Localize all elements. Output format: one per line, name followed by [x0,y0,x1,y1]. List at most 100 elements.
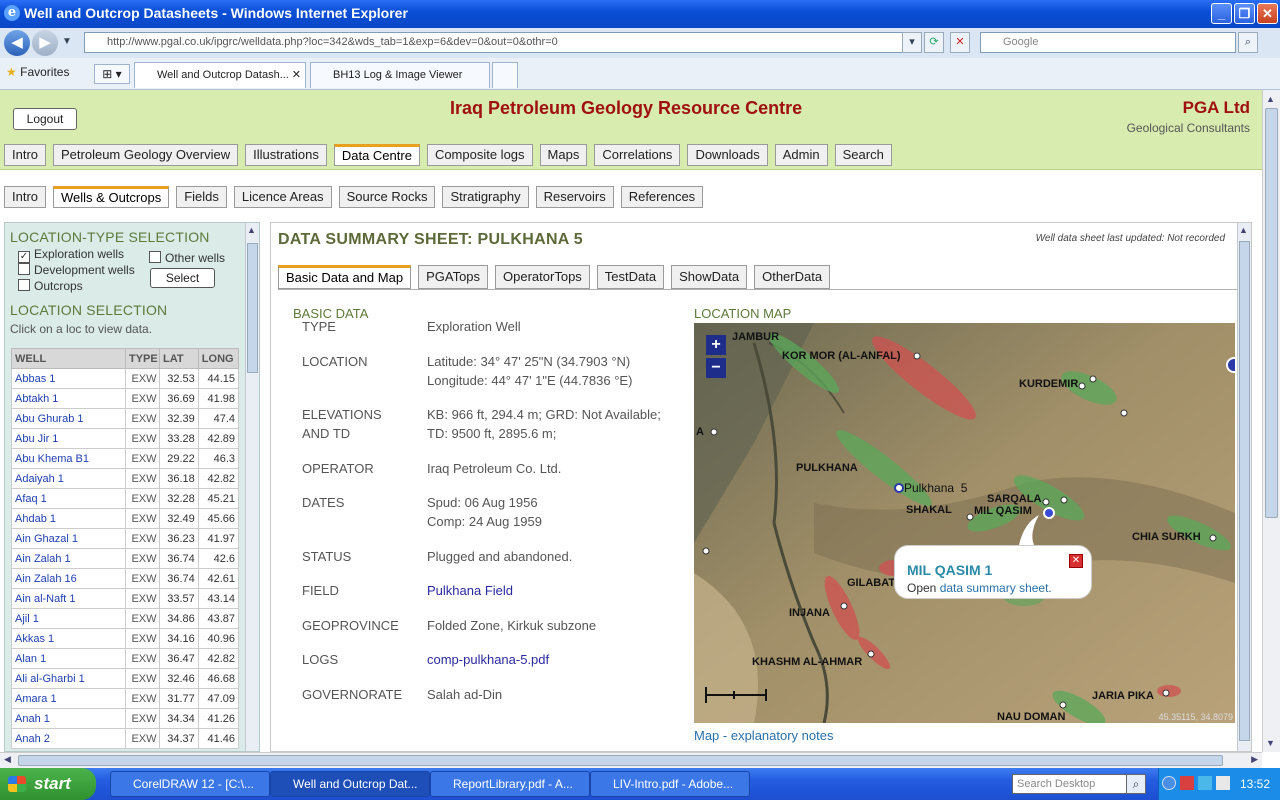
well-row[interactable]: Ali al-Gharbi 1 EXW 32.46 46.68 [11,668,240,689]
well-row[interactable]: Abtakh 1 EXW 36.69 41.98 [11,388,240,409]
other-wells-option[interactable]: Other wells [149,251,225,265]
tab-testdata[interactable]: TestData [596,265,665,289]
tab-well-datasheets[interactable]: Well and Outcrop Datash... ✕ [134,62,306,88]
tab-bh13-viewer[interactable]: BH13 Log & Image Viewer [310,62,490,88]
well-row[interactable]: Ain Ghazal 1 EXW 36.23 41.97 [11,528,240,549]
well-name-link[interactable]: Anah 2 [11,728,126,749]
scroll-thumb[interactable] [1265,108,1278,518]
well-row[interactable]: Ahdab 1 EXW 32.49 45.66 [11,508,240,529]
column-header-type[interactable]: TYPE [125,348,160,369]
well-name-link[interactable]: Abu Ghurab 1 [11,408,126,429]
well-name-link[interactable]: Abbas 1 [11,368,126,389]
well-row[interactable]: Ajil 1 EXW 34.86 43.87 [11,608,240,629]
well-name-link[interactable]: Abtakh 1 [11,388,126,409]
field-link[interactable]: Pulkhana Field [427,581,513,600]
left-panel-scrollbar[interactable]: ▲ [245,223,259,751]
submenu-references[interactable]: References [620,186,704,208]
well-row[interactable]: Akkas 1 EXW 34.16 40.96 [11,628,240,649]
column-header-well[interactable]: WELL [11,348,126,369]
well-row[interactable]: Ain Zalah 16 EXW 36.74 42.61 [11,568,240,589]
scroll-thumb[interactable] [18,755,1223,766]
new-tab-button[interactable] [492,62,518,88]
well-row[interactable]: Abu Khema B1 EXW 29.22 46.3 [11,448,240,469]
quick-tabs-icon[interactable]: ⊞ ▾ [94,64,130,84]
well-name-link[interactable]: Abu Khema B1 [11,448,126,469]
location-map[interactable]: + − JAMBUR KOR MOR (AL-ANFAL) KURDEMIR P… [694,323,1235,723]
well-name-link[interactable]: Ain Zalah 1 [11,548,126,569]
address-input[interactable]: http://www.pgal.co.uk/ipgrc/welldata.php… [84,32,920,53]
submenu-fields[interactable]: Fields [176,186,227,208]
minimize-button[interactable]: _ [1211,3,1232,24]
search-input[interactable]: Google [980,32,1236,53]
security-icon[interactable] [1180,776,1194,790]
forward-button[interactable]: ▶ [32,30,58,56]
submenu-source-rocks[interactable]: Source Rocks [338,186,436,208]
scroll-down-icon[interactable]: ▼ [1266,738,1275,748]
logs-link[interactable]: comp-pulkhana-5.pdf [427,650,549,669]
stop-icon[interactable]: ✕ [950,32,970,53]
menu-search[interactable]: Search [834,144,892,166]
menu-petroleum-geology[interactable]: Petroleum Geology Overview [53,144,239,166]
well-name-link[interactable]: Adaiyah 1 [11,468,126,489]
well-row[interactable]: Ain Zalah 1 EXW 36.74 42.6 [11,548,240,569]
well-name-link[interactable]: Anah 1 [11,708,126,729]
menu-intro[interactable]: Intro [4,144,47,166]
column-header-lat[interactable]: LAT [159,348,199,369]
well-name-link[interactable]: Afaq 1 [11,488,126,509]
tab-pgatops[interactable]: PGATops [418,265,489,289]
network-icon[interactable] [1198,776,1212,790]
maximize-button[interactable]: ❐ [1234,3,1255,24]
well-name-link[interactable]: Amara 1 [11,688,126,709]
submenu-stratigraphy[interactable]: Stratigraphy [442,186,529,208]
submenu-reservoirs[interactable]: Reservoirs [535,186,614,208]
well-row[interactable]: Abu Jir 1 EXW 33.28 42.89 [11,428,240,449]
task-coreldraw[interactable]: CorelDRAW 12 - [C:\... [110,771,270,797]
well-row[interactable]: Ain al-Naft 1 EXW 33.57 43.14 [11,588,240,609]
scroll-up-icon[interactable]: ▲ [1266,94,1275,104]
menu-illustrations[interactable]: Illustrations [245,144,327,166]
scroll-thumb[interactable] [247,243,258,373]
tray-icon[interactable] [1162,776,1176,790]
well-row[interactable]: Adaiyah 1 EXW 36.18 42.82 [11,468,240,489]
back-button[interactable]: ◀ [4,30,30,56]
main-panel-scrollbar[interactable]: ▲ [1237,223,1251,751]
well-row[interactable]: Anah 2 EXW 34.37 41.46 [11,728,240,749]
zoom-out-button[interactable]: − [706,358,726,378]
close-button[interactable]: ✕ [1257,3,1278,24]
scroll-up-icon[interactable]: ▲ [247,225,256,235]
history-dropdown-icon[interactable]: ▼ [62,36,72,47]
menu-correlations[interactable]: Correlations [594,144,681,166]
outcrops-checkbox[interactable] [18,279,30,291]
well-name-link[interactable]: Akkas 1 [11,628,126,649]
scroll-thumb[interactable] [1239,241,1250,741]
task-reportlibrary[interactable]: ReportLibrary.pdf - A... [430,771,590,797]
page-horizontal-scrollbar[interactable]: ◀ ▶ [0,752,1262,768]
well-name-link[interactable]: Ain al-Naft 1 [11,588,126,609]
volume-icon[interactable] [1216,776,1230,790]
menu-composite-logs[interactable]: Composite logs [426,144,533,166]
submenu-intro[interactable]: Intro [4,186,47,208]
menu-maps[interactable]: Maps [539,144,588,166]
well-row[interactable]: Alan 1 EXW 36.47 42.82 [11,648,240,669]
task-liv-intro[interactable]: LIV-Intro.pdf - Adobe... [590,771,750,797]
well-name-link[interactable]: Ain Ghazal 1 [11,528,126,549]
well-name-link[interactable]: Ain Zalah 16 [11,568,126,589]
page-vertical-scrollbar[interactable]: ▲ ▼ [1262,90,1280,752]
well-name-link[interactable]: Ali al-Gharbi 1 [11,668,126,689]
well-row[interactable]: Amara 1 EXW 31.77 47.09 [11,688,240,709]
popup-close-icon[interactable]: ✕ [1069,554,1083,568]
menu-downloads[interactable]: Downloads [687,144,768,166]
search-icon[interactable]: ⌕ [1126,774,1146,794]
outcrops-option[interactable]: Outcrops [18,279,83,293]
development-checkbox[interactable] [18,263,30,275]
address-dropdown-icon[interactable]: ▾ [902,32,922,53]
scroll-up-icon[interactable]: ▲ [1239,225,1248,235]
map-notes-link[interactable]: Map - explanatory notes [694,728,833,743]
tab-showdata[interactable]: ShowData [671,265,748,289]
well-name-link[interactable]: Alan 1 [11,648,126,669]
well-name-link[interactable]: Ahdab 1 [11,508,126,529]
task-ie-well-outcrop[interactable]: Well and Outcrop Dat... [270,771,430,797]
well-row[interactable]: Anah 1 EXW 34.34 41.26 [11,708,240,729]
close-tab-icon[interactable]: ✕ [292,63,301,87]
favorites-button[interactable]: ★ Favorites [6,65,69,79]
